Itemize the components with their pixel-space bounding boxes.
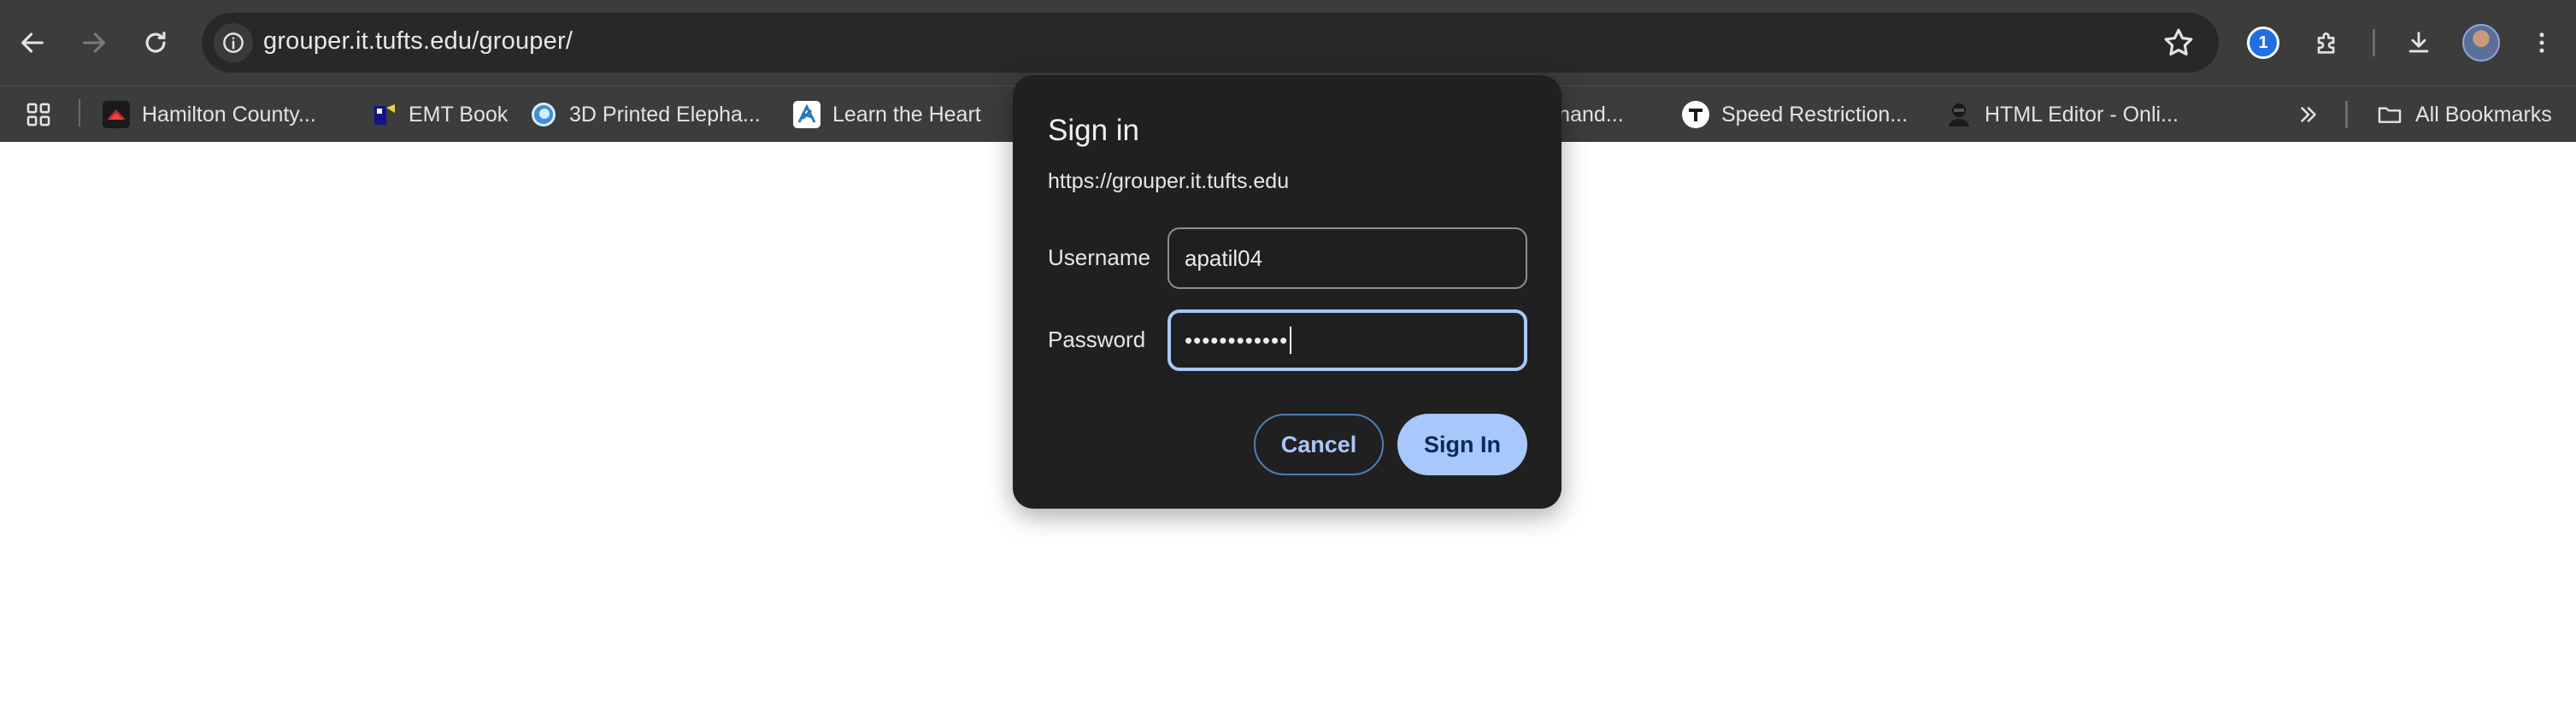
toolbar-divider [2373, 29, 2375, 56]
sign-in-dialog: Sign in https://grouper.it.tufts.edu Use… [1013, 75, 1561, 509]
speed-restriction-favicon [1682, 101, 1709, 128]
back-button[interactable] [7, 17, 58, 68]
folder-icon [2376, 101, 2403, 128]
dialog-title: Sign in [1048, 114, 1140, 147]
arrow-left-icon [21, 32, 44, 53]
bookmark-emt-book[interactable]: EMT Book [369, 97, 508, 133]
reload-icon [145, 32, 166, 53]
kebab-menu-icon [2539, 32, 2544, 53]
address-bar[interactable]: grouper.it.tufts.edu/grouper/ [202, 13, 2219, 73]
text-caret [1290, 327, 1292, 354]
extensions-button[interactable] [2302, 17, 2353, 68]
reload-button[interactable] [130, 17, 181, 68]
arrow-right-icon [83, 32, 105, 53]
1password-icon: 1 [2258, 32, 2268, 52]
bookmark-hamilton-county[interactable]: Hamilton County... [103, 97, 316, 133]
site-info-icon [223, 32, 244, 53]
learn-the-heart-favicon [793, 101, 820, 128]
bookmarks-divider [2345, 101, 2348, 128]
bookmarks-overflow-button[interactable] [2296, 97, 2321, 133]
apps-grid-icon[interactable] [24, 100, 53, 129]
avatar[interactable] [2462, 24, 2500, 62]
site-info-button[interactable] [214, 23, 253, 62]
bookmark-html-editor[interactable]: HTML Editor - Onli... [1945, 97, 2179, 133]
bookmark-speed-restriction[interactable]: Speed Restriction... [1682, 97, 1908, 133]
1password-extension-button[interactable]: 1 [2247, 27, 2279, 59]
bookmark-learn-the-heart[interactable]: Learn the Heart [793, 97, 981, 133]
dialog-origin: https://grouper.it.tufts.edu [1048, 169, 1290, 193]
username-field[interactable]: apatil04 [1167, 227, 1527, 289]
username-label: Username [1048, 244, 1150, 270]
url-text[interactable]: grouper.it.tufts.edu/grouper/ [263, 27, 573, 56]
password-value: •••••••••••• [1185, 327, 1289, 353]
browser-menu-button[interactable] [2516, 17, 2567, 68]
browser-toolbar: grouper.it.tufts.edu/grouper/ 1 [0, 0, 2576, 85]
download-icon [2408, 32, 2429, 53]
apps-divider [79, 99, 80, 127]
hamilton-county-favicon [103, 101, 130, 128]
3d-printed-favicon [530, 101, 557, 128]
puzzle-icon [2317, 32, 2335, 54]
sign-in-button[interactable]: Sign In [1397, 414, 1527, 475]
cancel-button[interactable]: Cancel [1254, 414, 1384, 475]
username-value: apatil04 [1185, 244, 1263, 271]
password-label: Password [1048, 327, 1146, 352]
forward-button[interactable] [68, 17, 120, 68]
downloads-button[interactable] [2393, 17, 2444, 68]
star-icon [2164, 28, 2193, 56]
password-field[interactable]: •••••••••••• [1167, 309, 1527, 371]
all-bookmarks-button[interactable]: All Bookmarks [2376, 97, 2552, 133]
html-editor-favicon [1945, 101, 1973, 128]
emt-book-favicon [369, 101, 397, 128]
bookmark-star-button[interactable] [2161, 25, 2197, 61]
chevron-double-right-icon [2301, 107, 2316, 122]
bookmark-3d-printed[interactable]: 3D Printed Elepha... [530, 97, 761, 133]
